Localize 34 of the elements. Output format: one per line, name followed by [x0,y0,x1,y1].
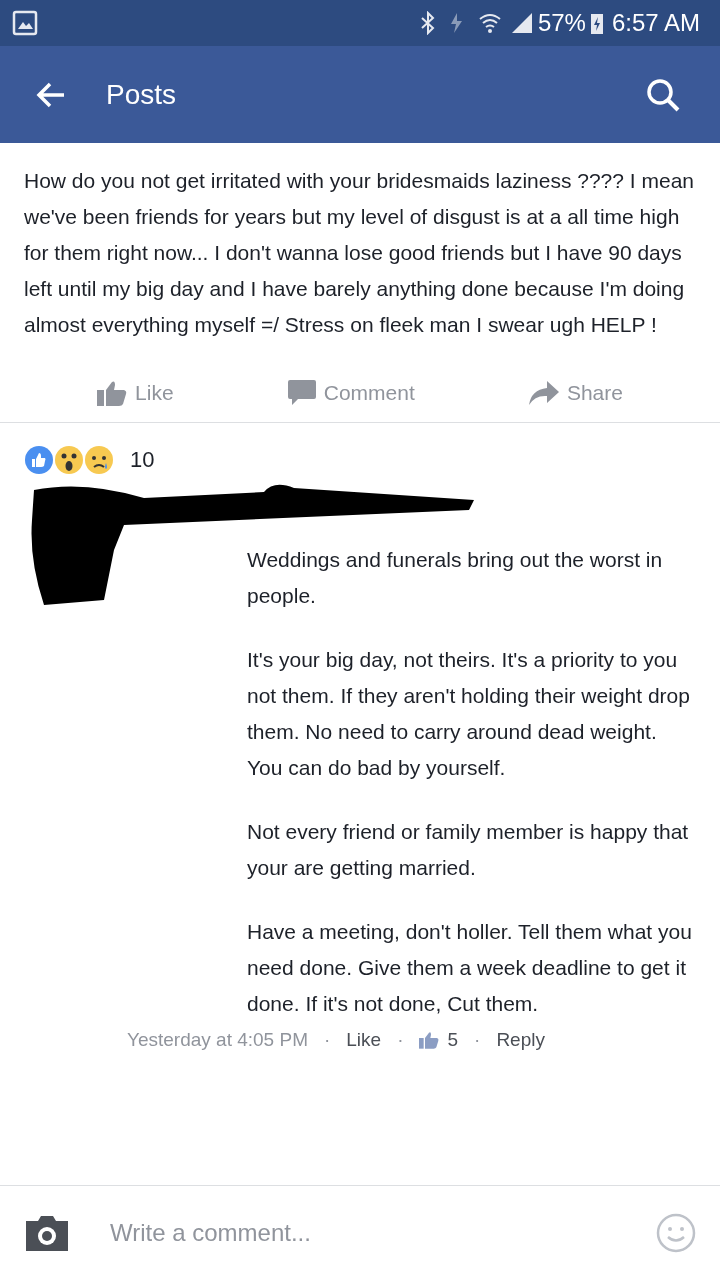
share-action[interactable]: Share [528,376,623,409]
separator-dot: · [323,1028,331,1052]
comment-input[interactable]: Write a comment... [110,1215,656,1251]
thumbs-up-icon [97,379,128,406]
comment-paragraph: Have a meeting, don't holler. Tell them what you need done. Give them a week deadline to get it done. If it's not done, Cut them. [247,919,693,1017]
reply-link[interactable]: Reply [496,1026,545,1055]
post-text: How do you not get irritated with your bridesmaids laziness ???? I mean we've been friends for years but my level of disgust is at a all time high for them right now... I don't wanna lose good friends but I have 90 days left until my big day and I have barely anything done because I'm doing almost everything myself =/ Stress on fleek man I swear ugh HELP ! [23,168,695,338]
comment-paragraph: It's your big day, not theirs. It's a priority to you not them. If they aren't holding their weight drop them. No need to carry around dead weight. You can do bad by yourself. [247,647,691,781]
like-link[interactable]: Like [346,1026,382,1055]
camera-icon[interactable] [24,1213,70,1253]
clock-time: 6:57 AM [611,8,700,38]
wifi-icon [477,11,502,35]
separator-dot: · [397,1028,404,1052]
comment-action[interactable]: Comment [287,376,415,409]
comment-paragraph: Weddings and funerals bring out the worst in people. [247,547,664,609]
share-arrow-icon [528,380,559,405]
comment-time: Yesterday at 4:05 PM [127,1028,308,1052]
like-action[interactable]: Like [97,376,174,409]
battery-percent: 57% [537,8,586,38]
sad-reaction-icon [84,444,114,475]
like-count: 5 [447,1028,459,1052]
bluetooth-icon [419,11,436,35]
reaction-count: 10 [130,446,155,474]
back-arrow-icon[interactable] [36,80,66,109]
wow-reaction-icon [54,444,84,475]
speech-bubble-icon [287,379,316,406]
search-icon[interactable] [646,77,680,112]
separator-dot: · [474,1028,481,1052]
comment-paragraph: Not every friend or family member is happy that your are getting married. [247,819,690,881]
like-reaction-icon [24,444,54,475]
page-title: Posts [106,77,177,112]
battery-charging-icon [589,11,604,35]
thumbs-up-icon [419,1031,440,1050]
gallery-icon [12,10,38,36]
